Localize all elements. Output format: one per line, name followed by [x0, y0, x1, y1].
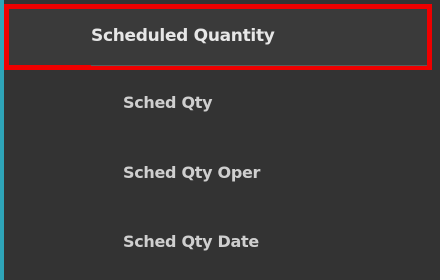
menu-item-sched-qty-date[interactable]: Sched Qty Date	[8, 215, 434, 271]
menu-panel: Scheduled Quantity Sched Qty Sched Qty O…	[0, 0, 440, 280]
menu-header-label: Scheduled Quantity	[91, 26, 275, 46]
menu-item-sched-qty[interactable]: Sched Qty	[8, 76, 434, 132]
menu-item-label: Sched Qty	[123, 93, 213, 112]
header-divider	[91, 65, 427, 66]
menu-item-label: Sched Qty Oper	[123, 163, 261, 182]
menu-header-scheduled-quantity[interactable]: Scheduled Quantity	[4, 4, 432, 70]
menu-item-label: Sched Qty Date	[123, 232, 259, 251]
menu-item-sched-qty-oper[interactable]: Sched Qty Oper	[8, 146, 434, 202]
